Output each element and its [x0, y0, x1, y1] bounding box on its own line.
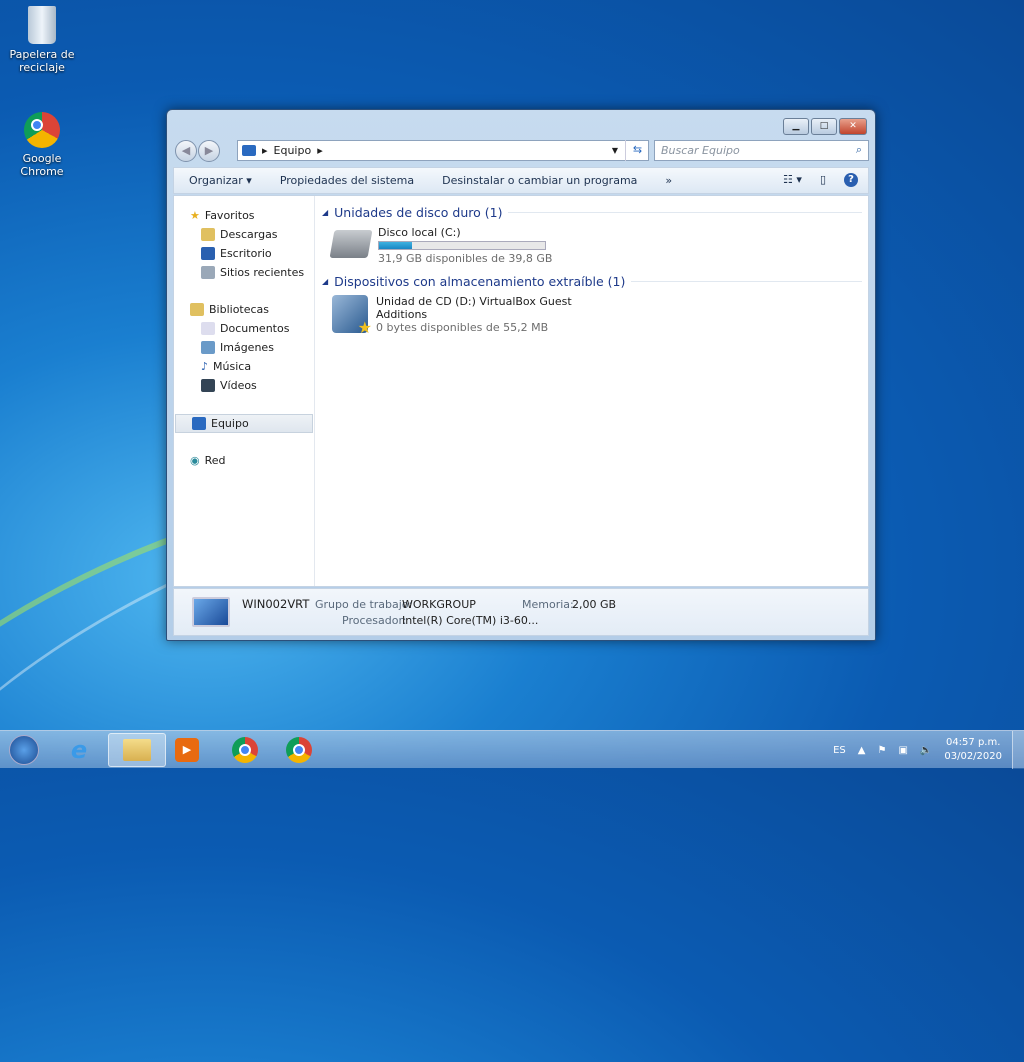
hard-drive-icon	[329, 230, 373, 258]
videos-icon	[201, 379, 215, 392]
start-button[interactable]	[0, 733, 48, 767]
forward-button[interactable]: ▶	[198, 140, 220, 162]
media-player-icon: ▶	[175, 738, 199, 762]
taskbar-chrome-1[interactable]	[216, 733, 274, 767]
content-pane: ◢ Unidades de disco duro (1) Disco local …	[322, 196, 868, 586]
taskbar-media-player[interactable]: ▶	[158, 733, 216, 767]
breadcrumb-arrow-icon: ▸	[262, 144, 268, 157]
group-header-removable[interactable]: ◢ Dispositivos con almacenamiento extraíb…	[322, 274, 868, 289]
system-tray: ES ▲ ⚑ ▣ 🔈 04:57 p.m. 03/02/2020	[833, 731, 1024, 769]
ie-icon: e	[70, 736, 88, 764]
breadcrumb-equipo[interactable]: Equipo	[274, 144, 312, 157]
navigation-pane: ★ Favoritos Descargas Escritorio Sitios r…	[174, 196, 315, 586]
folder-icon	[123, 739, 151, 761]
desktop-icon-label: Google Chrome	[20, 152, 64, 178]
sidebar-item-recent[interactable]: Sitios recientes	[174, 263, 314, 282]
view-options-icon[interactable]: ☷ ▾	[783, 173, 802, 187]
sidebar-item-pictures[interactable]: Imágenes	[174, 338, 314, 357]
taskbar-chrome-2[interactable]	[270, 733, 328, 767]
windows-logo-icon	[9, 735, 39, 765]
desktop-icon-label: Papelera de reciclaje	[9, 48, 75, 74]
taskbar: e ▶ ES ▲ ⚑ ▣ 🔈 04:57 p.m. 03/02/2020	[0, 730, 1024, 769]
maximize-button[interactable]: □	[811, 118, 837, 135]
volume-icon[interactable]: 🔈	[920, 745, 932, 756]
chrome-icon	[286, 737, 312, 763]
chrome-icon	[24, 112, 60, 148]
drive-c[interactable]: Disco local (C:) 31,9 GB disponibles de …	[329, 226, 868, 265]
address-bar[interactable]: ▸ Equipo ▸ ▼	[237, 140, 649, 161]
desktop-icon-chrome[interactable]: Google Chrome	[4, 112, 80, 178]
sidebar-item-network[interactable]: ◉ Red	[174, 451, 314, 470]
virtualbox-cd-icon: ★	[332, 295, 372, 337]
details-pane: WIN002VRT Grupo de trabajo: WORKGROUP Me…	[173, 588, 869, 636]
breadcrumb-arrow-icon[interactable]: ▸	[317, 144, 323, 157]
computer-icon	[242, 145, 256, 156]
search-input[interactable]: Buscar Equipo ⌕	[654, 140, 869, 161]
organize-button[interactable]: Organizar ▾	[189, 174, 252, 187]
desktop-icon-recycle-bin[interactable]: Papelera de reciclaje	[4, 6, 80, 74]
drive-d[interactable]: ★ Unidad de CD (D:) VirtualBox Guest Add…	[332, 295, 868, 337]
clock[interactable]: 04:57 p.m. 03/02/2020	[944, 736, 1002, 764]
network-icon: ◉	[190, 454, 200, 467]
address-dropdown-icon[interactable]: ▼	[612, 146, 618, 155]
documents-icon	[201, 322, 215, 335]
uninstall-program-button[interactable]: Desinstalar o cambiar un programa	[442, 174, 637, 187]
computer-icon	[192, 417, 206, 430]
close-button[interactable]: ✕	[839, 118, 867, 135]
sidebar-item-favorites[interactable]: ★ Favoritos	[174, 206, 314, 225]
command-bar: Organizar ▾ Propiedades del sistema Desi…	[173, 167, 869, 194]
explorer-window: ▁ □ ✕ ◀ ▶ ▸ Equipo ▸ ▼ ⇆ Buscar Equipo ⌕ …	[166, 109, 876, 641]
taskbar-internet-explorer[interactable]: e	[50, 733, 108, 767]
chrome-icon	[232, 737, 258, 763]
system-properties-button[interactable]: Propiedades del sistema	[280, 174, 414, 187]
sidebar-item-documents[interactable]: Documentos	[174, 319, 314, 338]
computer-icon	[192, 597, 230, 627]
sidebar-item-videos[interactable]: Vídeos	[174, 376, 314, 395]
desktop-icon	[201, 247, 215, 260]
sidebar-item-desktop[interactable]: Escritorio	[174, 244, 314, 263]
downloads-folder-icon	[201, 228, 215, 241]
recent-places-icon	[201, 266, 215, 279]
more-commands-button[interactable]: »	[665, 174, 672, 187]
disk-usage-bar	[378, 241, 546, 250]
action-center-icon[interactable]: ⚑	[877, 745, 886, 756]
sidebar-item-computer[interactable]: Equipo	[175, 414, 313, 433]
recycle-bin-icon	[28, 6, 56, 44]
show-hidden-icons-button[interactable]: ▲	[858, 745, 866, 756]
refresh-button[interactable]: ⇆	[625, 140, 649, 161]
sidebar-item-music[interactable]: ♪ Música	[174, 357, 314, 376]
music-icon: ♪	[201, 360, 209, 373]
show-desktop-button[interactable]	[1012, 731, 1024, 769]
sidebar-item-libraries[interactable]: Bibliotecas	[174, 300, 314, 319]
libraries-icon	[190, 303, 204, 316]
network-icon[interactable]: ▣	[898, 745, 907, 756]
preview-pane-icon[interactable]: ▯	[820, 173, 826, 187]
back-button[interactable]: ◀	[175, 140, 197, 162]
pictures-icon	[201, 341, 215, 354]
help-icon[interactable]: ?	[844, 173, 858, 187]
group-header-hard-disks[interactable]: ◢ Unidades de disco duro (1)	[322, 205, 868, 220]
search-icon[interactable]: ⌕	[856, 143, 862, 157]
star-icon: ★	[190, 209, 200, 222]
language-indicator[interactable]: ES	[833, 745, 846, 756]
minimize-button[interactable]: ▁	[783, 118, 809, 135]
sidebar-item-downloads[interactable]: Descargas	[174, 225, 314, 244]
